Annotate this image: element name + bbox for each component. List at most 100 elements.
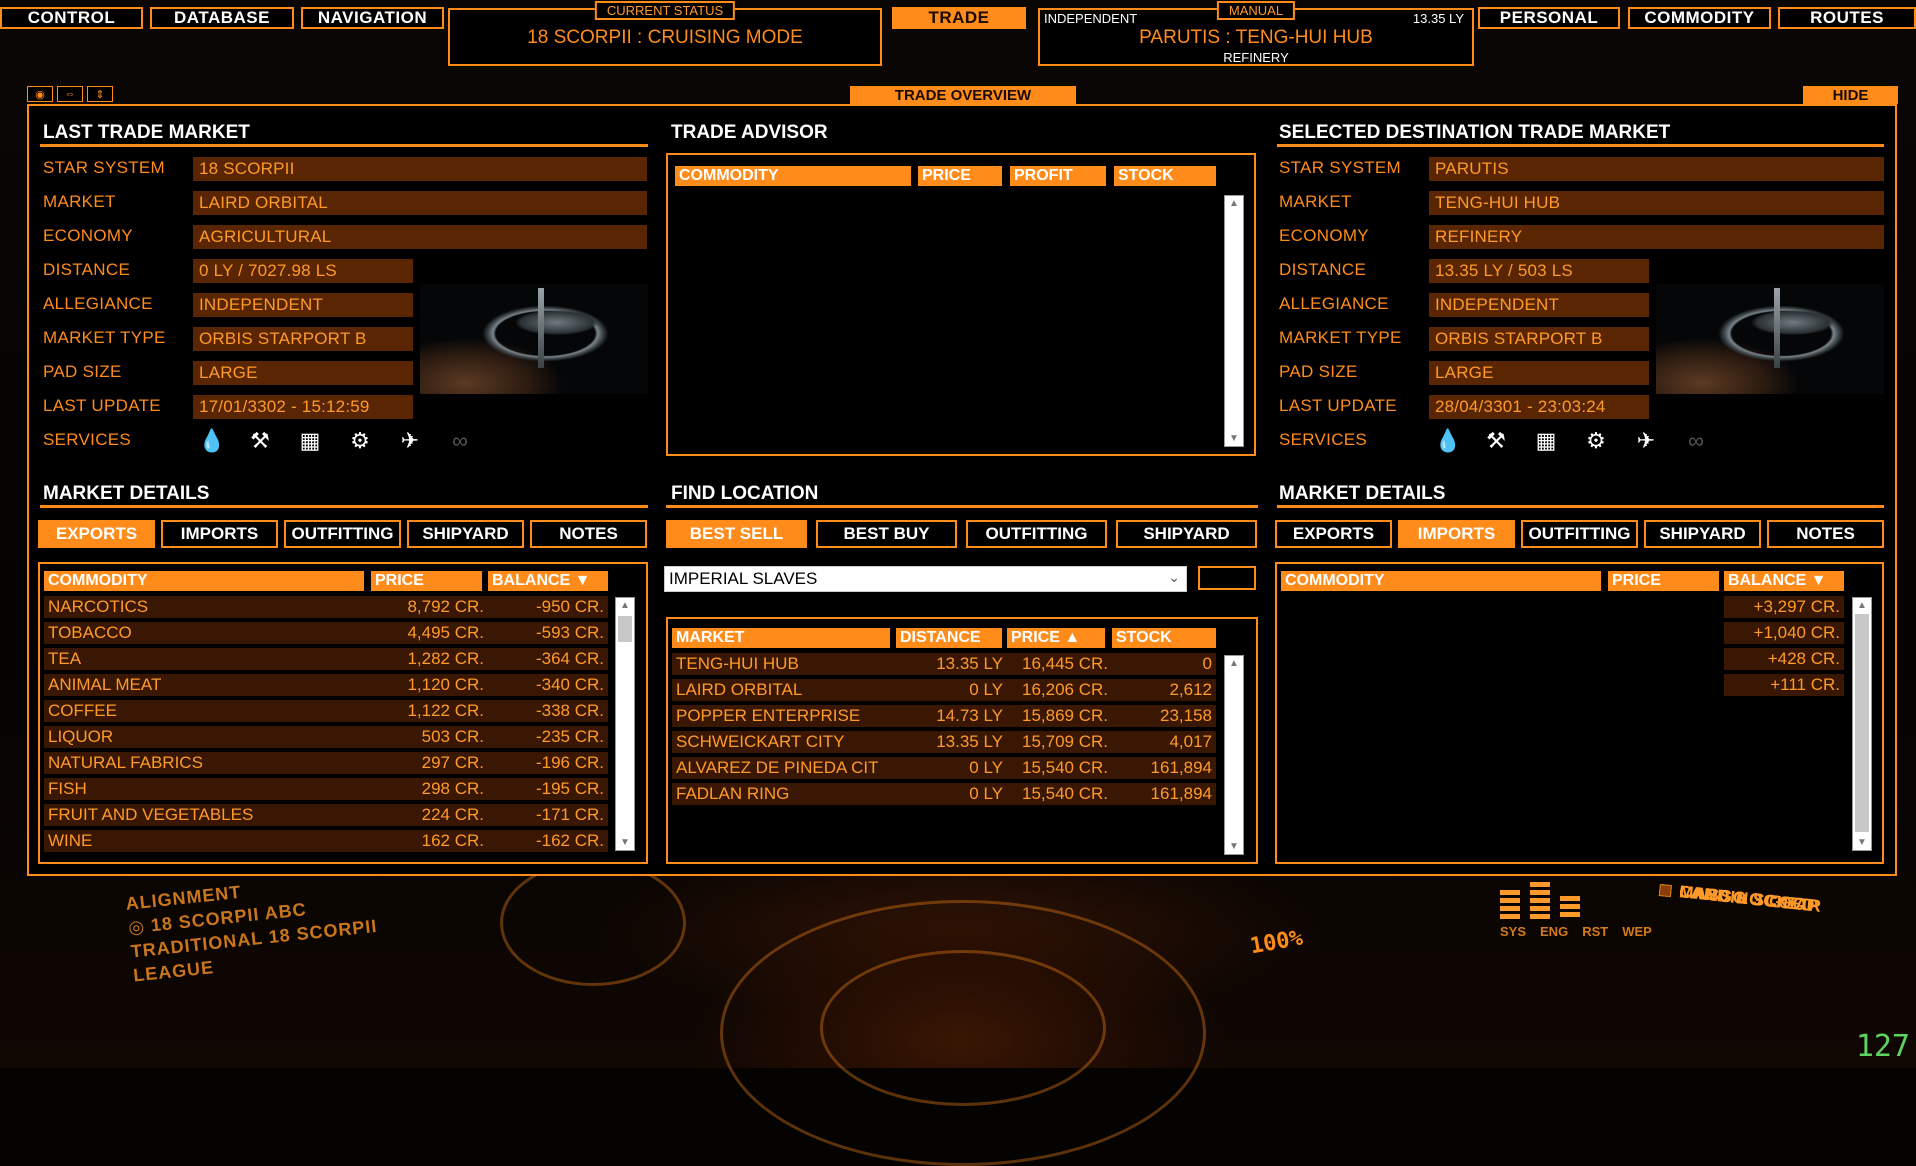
find-distance-header[interactable]: DISTANCE [896,628,1002,648]
outfitting-icon: ⚙ [350,428,370,453]
right-commodity-header[interactable]: COMMODITY [1281,571,1601,591]
scroll-down-icon[interactable]: ▼ [1225,841,1243,852]
table-row[interactable]: SCHWEICKART CITY 13.35 LY 15,709 CR. 4,017 [672,731,1216,753]
table-row[interactable]: +111 CR. [1724,674,1844,696]
nav-commodity-button[interactable]: COMMODITY [1628,7,1771,29]
nav-trade-button[interactable]: TRADE [892,7,1026,29]
last-services-icons: 💧 ⚒ ▦ ⚙ ✈ ∞ [198,428,472,454]
last-station-image [420,284,648,394]
table-row[interactable]: +3,297 CR. [1724,596,1844,618]
find-price-header[interactable]: PRICE ▲ [1007,628,1105,648]
table-row[interactable]: LIQUOR 503 CR. -235 CR. [44,726,608,748]
right-tab-notes[interactable]: NOTES [1767,520,1884,548]
nav-navigation-button[interactable]: NAVIGATION [301,7,444,29]
nav-control-button[interactable]: CONTROL [0,7,143,29]
trade-overview-tab[interactable]: TRADE OVERVIEW [850,86,1076,104]
table-row[interactable]: LAIRD ORBITAL 0 LY 16,206 CR. 2,612 [672,679,1216,701]
find-tab-shipyard[interactable]: SHIPYARD [1116,520,1257,548]
scroll-thumb[interactable] [618,616,632,642]
table-row[interactable]: TENG-HUI HUB 13.35 LY 16,445 CR. 0 [672,653,1216,675]
last-update-label: LAST UPDATE [43,396,161,415]
view-toggle-icon[interactable]: ◉ [27,86,53,102]
advisor-stock-header[interactable]: STOCK [1114,166,1216,186]
table-row[interactable]: TOBACCO 4,495 CR. -593 CR. [44,622,608,644]
find-tab-outfitting[interactable]: OUTFITTING [966,520,1107,548]
right-tab-shipyard[interactable]: SHIPYARD [1644,520,1761,548]
table-row[interactable]: FADLAN RING 0 LY 15,540 CR. 161,894 [672,783,1216,805]
scroll-up-icon[interactable]: ▲ [1225,658,1243,669]
left-balance-header[interactable]: BALANCE ▼ [488,571,608,591]
dest-station-image [1656,284,1884,394]
pip-label: RST [1582,924,1609,939]
table-row[interactable]: POPPER ENTERPRISE 14.73 LY 15,869 CR. 23,15… [672,705,1216,727]
scroll-down-icon[interactable]: ▼ [616,837,634,848]
outfitting-icon: ⚙ [1586,428,1606,453]
resize-horizontal-icon[interactable]: ⇔ [57,86,83,102]
market-cell: SCHWEICKART CITY [672,731,896,753]
left-tab-outfitting[interactable]: OUTFITTING [284,520,401,548]
right-tab-outfitting[interactable]: OUTFITTING [1521,520,1638,548]
filter-box[interactable] [1198,566,1256,590]
table-row[interactable]: COFFEE 1,122 CR. -338 CR. [44,700,608,722]
trade-advisor-title: TRADE ADVISOR [671,122,828,143]
resize-vertical-icon[interactable]: ⇕ [87,86,113,102]
price-cell: 16,206 CR. [1007,679,1112,701]
table-row[interactable]: FISH 298 CR. -195 CR. [44,778,608,800]
left-tab-imports[interactable]: IMPORTS [161,520,278,548]
advisor-profit-header[interactable]: PROFIT [1010,166,1106,186]
find-tab-best-sell[interactable]: BEST SELL [666,520,807,548]
price-cell: 8,792 CR. [371,596,488,618]
table-row[interactable]: NATURAL FABRICS 297 CR. -196 CR. [44,752,608,774]
pip-label: SYS [1500,924,1527,939]
left-commodity-header[interactable]: COMMODITY [44,571,364,591]
price-cell: 503 CR. [371,726,488,748]
nav-personal-button[interactable]: PERSONAL [1478,7,1620,29]
manual-allegiance: INDEPENDENT [1044,11,1138,26]
table-row[interactable]: NARCOTICS 8,792 CR. -950 CR. [44,596,608,618]
scroll-thumb[interactable] [1855,614,1869,832]
right-tab-exports[interactable]: EXPORTS [1275,520,1392,548]
scroll-up-icon[interactable]: ▲ [616,600,634,611]
find-location-scrollbar[interactable]: ▲ ▼ [1224,655,1244,855]
nav-database-button[interactable]: DATABASE [150,7,294,29]
section-divider [40,144,648,147]
panel-mini-toolbar: ◉ ⇔ ⇕ [27,86,113,102]
left-tab-notes[interactable]: NOTES [530,520,647,548]
scroll-up-icon[interactable]: ▲ [1225,198,1243,209]
last-trade-market-title: LAST TRADE MARKET [43,122,250,143]
table-row[interactable]: WINE 162 CR. -162 CR. [44,830,608,852]
scroll-down-icon[interactable]: ▼ [1853,837,1871,848]
scroll-up-icon[interactable]: ▲ [1853,600,1871,611]
chevron-down-icon[interactable]: ⌄ [1168,569,1180,586]
price-cell: 297 CR. [371,752,488,774]
left-tab-exports[interactable]: EXPORTS [38,520,155,548]
nav-routes-button[interactable]: ROUTES [1778,7,1916,29]
right-balance-header[interactable]: BALANCE ▼ [1724,571,1844,591]
right-price-header[interactable]: PRICE [1608,571,1719,591]
commodity-cell: ANIMAL MEAT [44,674,371,696]
advisor-commodity-header[interactable]: COMMODITY [675,166,911,186]
find-market-header[interactable]: MARKET [672,628,890,648]
table-row[interactable]: FRUIT AND VEGETABLES 224 CR. -171 CR. [44,804,608,826]
left-price-header[interactable]: PRICE [371,571,482,591]
manual-status-tag: MANUAL [1216,1,1296,20]
find-tab-best-buy[interactable]: BEST BUY [816,520,957,548]
last-distance-value: 0 LY / 7027.98 LS [193,259,413,283]
advisor-scrollbar[interactable]: ▲ ▼ [1224,195,1244,447]
find-stock-header[interactable]: STOCK [1112,628,1216,648]
table-row[interactable]: ANIMAL MEAT 1,120 CR. -340 CR. [44,674,608,696]
advisor-price-header[interactable]: PRICE [918,166,1002,186]
right-tab-imports[interactable]: IMPORTS [1398,520,1515,548]
table-row[interactable]: TEA 1,282 CR. -364 CR. [44,648,608,670]
table-row[interactable]: ALVAREZ DE PINEDA CIT 0 LY 15,540 CR. 161,8… [672,757,1216,779]
balance-cell: -162 CR. [488,830,608,852]
scroll-down-icon[interactable]: ▼ [1225,433,1243,444]
hide-button[interactable]: HIDE [1803,86,1898,104]
left-market-scrollbar[interactable]: ▲ ▼ [615,597,635,851]
table-row[interactable]: +428 CR. [1724,648,1844,670]
table-row[interactable]: +1,040 CR. [1724,622,1844,644]
commodity-select[interactable]: IMPERIAL SLAVES ⌄ [664,566,1187,592]
manual-economy: REFINERY [1223,50,1289,65]
right-market-scrollbar[interactable]: ▲ ▼ [1852,597,1872,851]
left-tab-shipyard[interactable]: SHIPYARD [407,520,524,548]
